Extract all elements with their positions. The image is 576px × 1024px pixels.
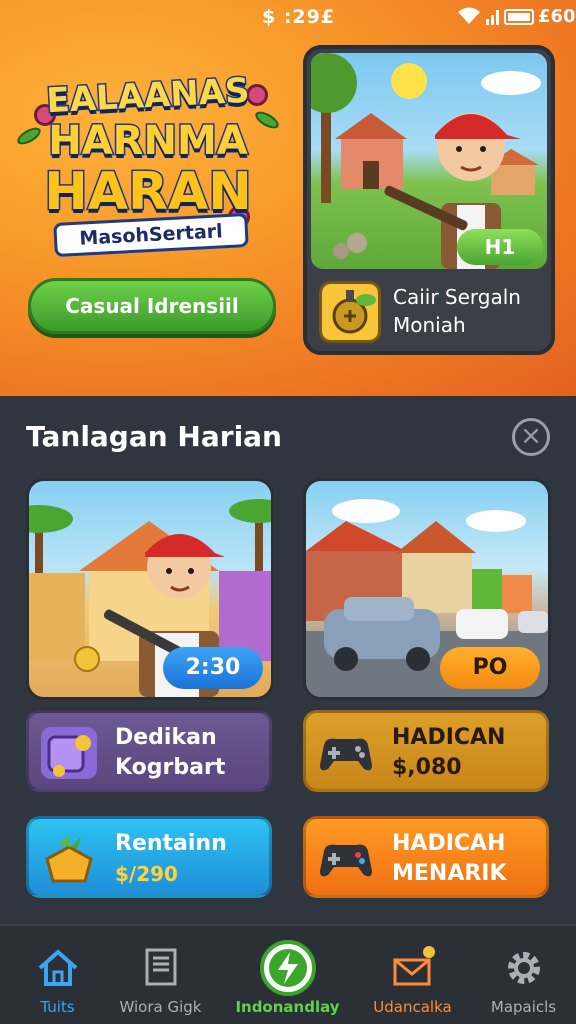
gear-icon bbox=[502, 946, 546, 990]
reward-tile-2-line-1: HADICAN bbox=[392, 725, 506, 750]
nav-item-home[interactable]: Tuits bbox=[0, 926, 115, 1024]
gamepad-icon bbox=[318, 833, 374, 885]
reward-tile-3-line-1: Rentainn bbox=[115, 831, 227, 856]
featured-title-line-2: Moniah bbox=[393, 313, 466, 337]
reward-tile-1-line-1: Dedikan bbox=[115, 725, 217, 750]
nav-item-list[interactable]: Wiora Gigk bbox=[103, 926, 218, 1024]
nav-label-list: Wiora Gigk bbox=[119, 998, 202, 1016]
reward-tile-4-line-2: MENARIK bbox=[392, 861, 507, 886]
casual-play-button[interactable]: Casual Idrensiil bbox=[28, 278, 276, 334]
status-time: $ :29£ bbox=[262, 6, 336, 28]
battery-text: £60 bbox=[538, 6, 576, 27]
reward-tile-2[interactable]: HADICAN $,080 bbox=[303, 710, 549, 792]
game-logo: EALAANAS HARNMA HARAN MasohSertarl bbox=[14, 68, 282, 258]
nav-item-bolt[interactable]: Indonandlay bbox=[230, 926, 345, 1024]
reward-tile-1-text: Dedikan Kogrbart bbox=[115, 723, 225, 783]
logo-line-1: EALAANAS bbox=[44, 69, 252, 123]
bottom-nav: Tuits Wiora Gigk Indonandlay Udancalka M… bbox=[0, 924, 576, 1024]
reward-tile-2-text: HADICAN $,080 bbox=[392, 723, 505, 783]
status-bar: $ :29£ £60 bbox=[0, 0, 576, 34]
mail-icon bbox=[391, 946, 435, 990]
nav-label-settings: Mapaicls bbox=[490, 998, 557, 1016]
reward-tile-3-text: Rentainn $/290 bbox=[115, 829, 227, 889]
featured-badge: H1 bbox=[457, 229, 543, 265]
list-icon bbox=[139, 946, 183, 990]
featured-game-card[interactable]: H1 Caiir Sergaln Moniah bbox=[303, 45, 555, 355]
close-icon[interactable]: × bbox=[512, 418, 550, 456]
hero-banner: $ :29£ £60 EALAANAS HARNMA HARAN MasohSe… bbox=[0, 0, 576, 396]
challenge-card-2[interactable]: PO bbox=[303, 478, 551, 700]
gamepad-icon bbox=[318, 727, 374, 779]
medal-icon bbox=[319, 281, 381, 343]
reward-tile-3[interactable]: Rentainn $/290 bbox=[26, 816, 272, 898]
puzzle-icon bbox=[41, 727, 97, 779]
logo-line-2: HARNMA bbox=[47, 117, 249, 166]
treasure-icon bbox=[41, 833, 97, 885]
signal-icon bbox=[486, 8, 500, 30]
reward-tile-2-line-2: $,080 bbox=[392, 755, 462, 780]
featured-title: Caiir Sergaln Moniah bbox=[393, 283, 521, 339]
battery-icon bbox=[504, 9, 534, 25]
nav-label-home: Tuits bbox=[40, 998, 75, 1016]
reward-tile-3-line-2: $/290 bbox=[115, 862, 178, 886]
reward-tile-1[interactable]: Dedikan Kogrbart bbox=[26, 710, 272, 792]
reward-tile-4[interactable]: HADICAH MENARIK bbox=[303, 816, 549, 898]
nav-item-settings[interactable]: Mapaicls bbox=[466, 926, 576, 1024]
section-title: Tanlagan Harian bbox=[26, 420, 282, 453]
challenge-card-1[interactable]: 2:30 bbox=[26, 478, 274, 700]
nav-item-mail[interactable]: Udancalka bbox=[355, 926, 470, 1024]
reward-tile-4-text: HADICAH MENARIK bbox=[392, 829, 507, 889]
points-badge: PO bbox=[440, 647, 540, 689]
wifi-icon bbox=[456, 6, 482, 31]
nav-label-bolt: Indonandlay bbox=[235, 998, 340, 1016]
featured-title-line-1: Caiir Sergaln bbox=[393, 285, 521, 309]
bolt-icon bbox=[260, 940, 316, 996]
home-icon bbox=[36, 946, 80, 990]
featured-footer: Caiir Sergaln Moniah bbox=[307, 275, 551, 351]
reward-tile-4-line-1: HADICAH bbox=[392, 831, 506, 856]
timer-badge: 2:30 bbox=[163, 647, 263, 689]
reward-tile-1-line-2: Kogrbart bbox=[115, 755, 226, 780]
nav-label-mail: Udancalka bbox=[373, 998, 452, 1016]
